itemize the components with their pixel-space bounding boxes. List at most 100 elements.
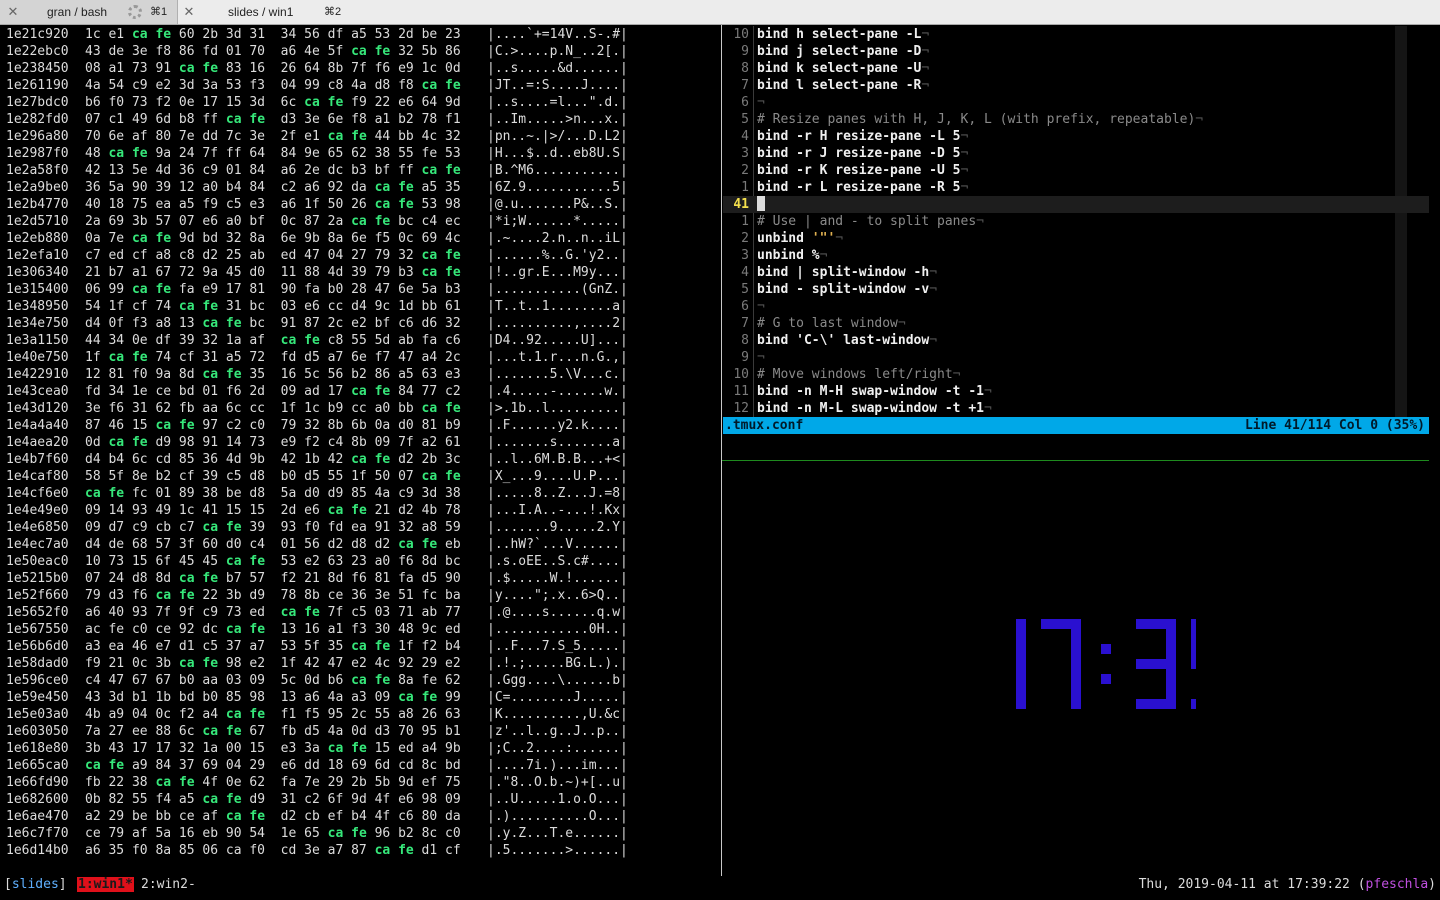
tmux-window-2[interactable]: 2:win2- — [141, 876, 196, 893]
hex-bytes: 08 a1 73 91 ca fe 83 16 26 64 8b 7f f6 e… — [85, 61, 461, 76]
hex-dump-pane[interactable]: 1e21c920 1c e1 ca fe 60 2b 3d 31 34 56 df… — [6, 26, 720, 876]
hex-address: 1e6d14b0 — [6, 843, 69, 858]
hex-address: 1e59e450 — [6, 690, 69, 705]
editor-line[interactable]: 9 ¬ — [723, 349, 1429, 366]
line-text: bind -n M-H swap-window -t -1¬ — [757, 384, 992, 399]
hex-address: 1e567550 — [6, 622, 69, 637]
hex-bytes: 54 1f cf 74 ca fe 31 bc 03 e6 cc d4 9c 1… — [85, 299, 461, 314]
hex-ascii: |..F...7.S_5.....| — [487, 639, 628, 654]
editor-line[interactable]: 3 unbind %¬ — [723, 247, 1429, 264]
hex-bytes: d4 b4 6c cd 85 36 4d 9b 42 1b 42 ca fe d… — [85, 452, 461, 467]
hex-address: 1e422910 — [6, 367, 69, 382]
line-number: 8 — [741, 333, 749, 348]
line-text: bind - split-window -v¬ — [757, 282, 938, 297]
editor-line[interactable]: 5 # Resize panes with H, J, K, L (with pr… — [723, 111, 1429, 128]
line-text: bind j select-pane -D¬ — [757, 44, 930, 59]
hex-ascii: |.!.;.....BG.L.).| — [487, 656, 628, 671]
hex-ascii: |..s....=l...".d.| — [487, 95, 628, 110]
hex-bytes: ca fe a9 84 37 69 04 29 e6 dd 18 69 6d c… — [85, 758, 461, 773]
line-number: 6 — [741, 299, 749, 314]
hex-address: 1e282fd0 — [6, 112, 69, 127]
hex-bytes: f9 21 0c 3b ca fe 98 e2 1f 42 47 e2 4c 9… — [85, 656, 461, 671]
editor-line[interactable]: 11 bind -n M-H swap-window -t -1¬ — [723, 383, 1429, 400]
hex-bytes: 44 34 0e df 39 32 1a af ca fe c8 55 5d a… — [85, 333, 461, 348]
clock-segment — [1071, 659, 1081, 709]
hex-bytes: 4a 54 c9 e2 3d 3a 53 f3 04 99 c8 4a d8 f… — [85, 78, 461, 93]
busy-spinner-icon — [128, 5, 142, 19]
editor-line[interactable]: 6 ¬ — [723, 94, 1429, 111]
hex-address: 1e238450 — [6, 61, 69, 76]
hex-ascii: |.$.....W.!......| — [487, 571, 628, 586]
clock-pane[interactable] — [723, 462, 1440, 876]
editor-line[interactable]: 10 # Move windows left/right¬ — [723, 366, 1429, 383]
editor-line[interactable]: 7 bind l select-pane -R¬ — [723, 77, 1429, 94]
line-number: 12 — [733, 401, 749, 416]
hex-address: 1e58dad0 — [6, 656, 69, 671]
editor-line[interactable]: 12 bind -n M-L swap-window -t +1¬ — [723, 400, 1429, 417]
line-text — [757, 196, 765, 213]
terminal-window[interactable]: 1e21c920 1c e1 ca fe 60 2b 3d 31 34 56 df… — [0, 25, 1440, 900]
editor-current-line[interactable]: 41 — [723, 196, 1429, 213]
editor-line[interactable]: 2 unbind '"'¬ — [723, 230, 1429, 247]
text-cursor — [757, 196, 765, 211]
vertical-pane-divider[interactable] — [721, 25, 722, 876]
line-number: 2 — [741, 231, 749, 246]
hex-bytes: d4 0f f3 a8 13 ca fe bc 91 87 2c e2 bf c… — [85, 316, 461, 331]
horizontal-pane-divider[interactable] — [722, 460, 1429, 461]
editor-line[interactable]: 2 bind -r K resize-pane -U 5¬ — [723, 162, 1429, 179]
hex-ascii: |*i;W......*.....| — [487, 214, 628, 229]
hex-bytes: 12 81 f0 9a 8d ca fe 35 16 5c 56 b2 86 a… — [85, 367, 461, 382]
line-text: bind -r J resize-pane -D 5¬ — [757, 146, 969, 161]
hex-address: 1e5e03a0 — [6, 707, 69, 722]
editor-line[interactable]: 4 bind -r H resize-pane -L 5¬ — [723, 128, 1429, 145]
close-tab-icon[interactable]: ✕ — [6, 0, 20, 24]
editor-line[interactable]: 3 bind -r J resize-pane -D 5¬ — [723, 145, 1429, 162]
line-number: 9 — [741, 350, 749, 365]
line-number: 11 — [733, 384, 749, 399]
line-number: 10 — [733, 27, 749, 42]
line-number: 3 — [741, 248, 749, 263]
editor-line[interactable]: 10 bind h select-pane -L¬ — [723, 26, 1429, 43]
close-tab-icon[interactable]: ✕ — [182, 0, 196, 24]
hex-bytes: c7 ed cf a8 c8 d2 25 ab ed 47 04 27 79 3… — [85, 248, 461, 263]
tab-title: gran / bash — [47, 5, 108, 19]
hex-address: 1e2efa10 — [6, 248, 69, 263]
hex-ascii: |C.>....p.N_..2[.| — [487, 44, 628, 59]
editor-line[interactable]: 7 # G to last window¬ — [723, 315, 1429, 332]
editor-line[interactable]: 5 bind - split-window -v¬ — [723, 281, 1429, 298]
hex-ascii: |JT..=:S....J....| — [487, 78, 628, 93]
hex-address: 1e2b4770 — [6, 197, 69, 212]
hex-address: 1e52f660 — [6, 588, 69, 603]
line-text: # G to last window¬ — [757, 316, 906, 331]
editor-line[interactable]: 6 ¬ — [723, 298, 1429, 315]
hex-ascii: |y....";.x..6>Q..| — [487, 588, 628, 603]
line-text: unbind '"'¬ — [757, 231, 844, 246]
hex-bytes: 1f ca fe 74 cf 31 a5 72 fd d5 a7 6e f7 4… — [85, 350, 461, 365]
line-text: bind k select-pane -U¬ — [757, 61, 930, 76]
hex-address: 1e4b7f60 — [6, 452, 69, 467]
hex-bytes: 87 46 15 ca fe 97 c2 c0 79 32 8b 6b 0a d… — [85, 418, 461, 433]
tmux-window-1[interactable]: 1:win1* — [77, 877, 134, 892]
editor-line[interactable]: 9 bind j select-pane -D¬ — [723, 43, 1429, 60]
editor-line[interactable]: 8 bind 'C-\' last-window¬ — [723, 332, 1429, 349]
editor-line[interactable]: 1 bind -r L resize-pane -R 5¬ — [723, 179, 1429, 196]
clock-segment — [1016, 659, 1026, 709]
hex-ascii: |X_...9....U.P...| — [487, 469, 628, 484]
hex-address: 1e2eb880 — [6, 231, 69, 246]
editor-pane[interactable]: 10 bind h select-pane -L¬ 9 bind j select-p… — [723, 26, 1440, 434]
hex-bytes: 2a 69 3b 57 07 e6 a0 bf 0c 87 2a ca fe b… — [85, 214, 461, 229]
hex-bytes: 79 d3 f6 ca fe 22 3b d9 78 8b ce 36 3e 5… — [85, 588, 461, 603]
hex-address: 1e43d120 — [6, 401, 69, 416]
tab-shortcut: ⌘1 — [150, 6, 168, 18]
line-text: bind -r K resize-pane -U 5¬ — [757, 163, 969, 178]
hex-ascii: |B.^M6...........| — [487, 163, 628, 178]
editor-line[interactable]: 4 bind | split-window -h¬ — [723, 264, 1429, 281]
tmux-session-name[interactable]: [slides] — [4, 876, 67, 893]
editor-line[interactable]: 8 bind k select-pane -U¬ — [723, 60, 1429, 77]
hex-address: 1e40e750 — [6, 350, 69, 365]
hex-ascii: |@.u.......P&..S.| — [487, 197, 628, 212]
hex-bytes: ac fe c0 ce 92 dc ca fe 13 16 a1 f3 30 4… — [85, 622, 461, 637]
tab-gran-bash[interactable]: ✕ gran / bash ⌘1 — [0, 0, 176, 24]
editor-line[interactable]: 1 # Use | and - to split panes¬ — [723, 213, 1429, 230]
tab-slides-win1[interactable]: ✕ slides / win1 ⌘2 — [177, 0, 1440, 24]
